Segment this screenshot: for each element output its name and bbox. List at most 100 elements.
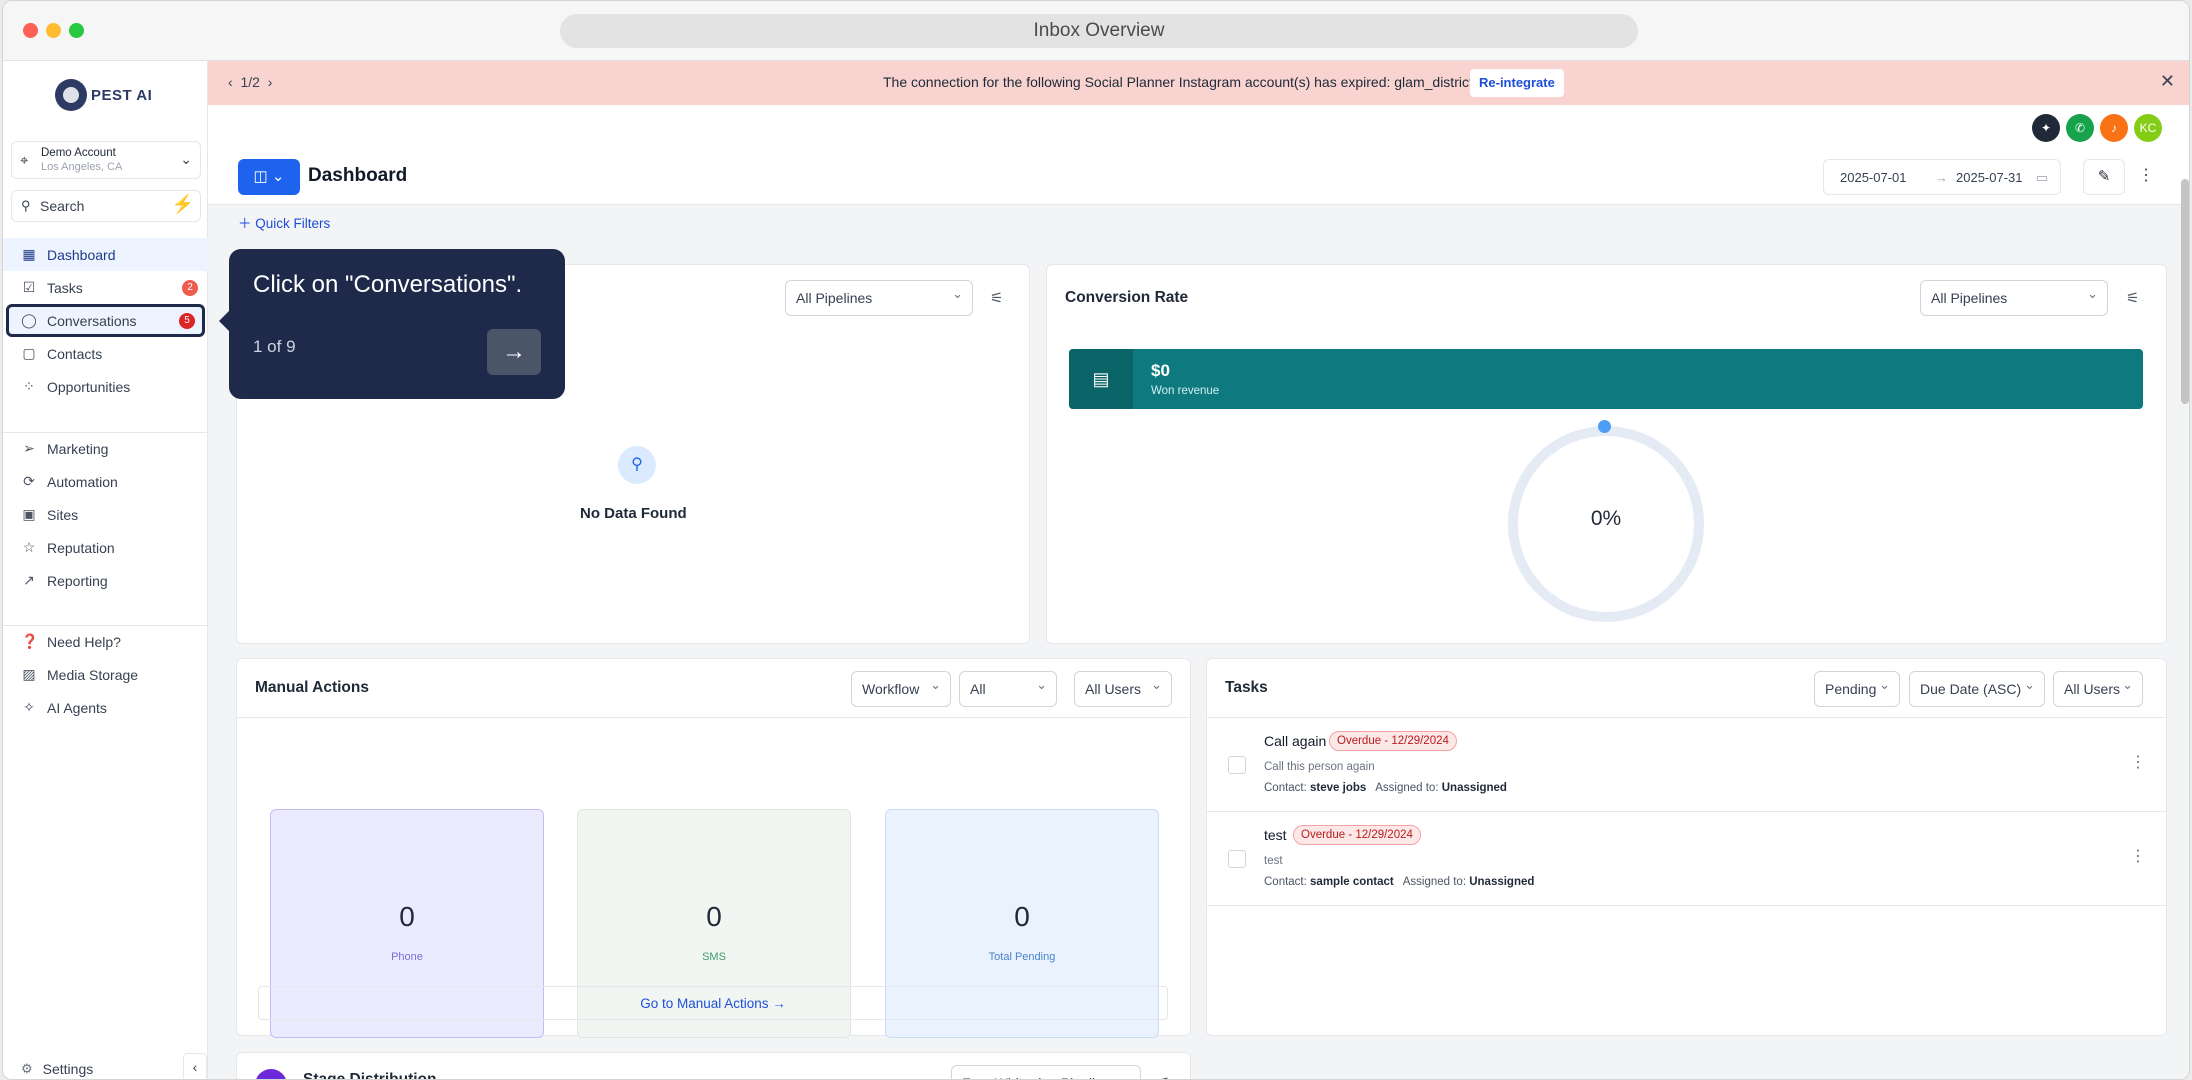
more-options-icon[interactable]: ⋮: [2138, 165, 2154, 185]
trend-icon: ↗: [23, 572, 35, 588]
phone-icon[interactable]: ✆: [2066, 114, 2094, 142]
workflow-select[interactable]: Workflow: [851, 668, 951, 707]
filter-settings-icon[interactable]: ⚟: [1157, 1074, 1170, 1079]
card-title: Stage Distribution: [303, 1071, 437, 1080]
contacts-icon: ▢: [22, 345, 36, 361]
pipeline-select[interactable]: Free Whitening Pipeline: [951, 1062, 1141, 1079]
date-range-picker[interactable]: 2025-07-01 → 2025-07-31 ▭: [1823, 159, 2061, 195]
sidebar-item-label: Opportunities: [47, 378, 131, 395]
pipeline-select[interactable]: All Pipelines: [785, 277, 973, 316]
quick-filters-button[interactable]: ＋ Quick Filters: [238, 212, 330, 232]
search-input[interactable]: ⚲ Search ⚡: [11, 190, 201, 222]
bell-icon[interactable]: ♪: [2100, 114, 2128, 142]
card-title: Tasks: [1225, 679, 1268, 696]
go-to-manual-actions-button[interactable]: Go to Manual Actions →: [258, 986, 1168, 1020]
star-icon: ☆: [22, 539, 36, 555]
sidebar-item-tasks[interactable]: ☑ Tasks 2: [3, 271, 208, 304]
sidebar-item-marketing[interactable]: ➢ Marketing: [3, 432, 208, 465]
sidebar-item-label: Contacts: [47, 345, 103, 362]
page-title: Dashboard: [308, 165, 408, 186]
sidebar-item-label: Reputation: [47, 539, 115, 556]
logo-icon: [55, 79, 87, 111]
chevron-left-icon[interactable]: ‹: [228, 74, 233, 90]
walkthrough-tooltip: Click on "Conversations". 1 of 9 →: [219, 249, 565, 399]
next-step-button[interactable]: →: [487, 329, 541, 375]
image-icon: ▨: [22, 666, 36, 682]
sidebar-item-contacts[interactable]: ▢ Contacts: [3, 337, 208, 370]
phone-label: Phone: [391, 951, 423, 963]
status-select[interactable]: All: [959, 668, 1057, 707]
chevron-down-icon: ⌄: [180, 151, 192, 167]
filter-settings-icon[interactable]: ⚟: [2126, 289, 2139, 307]
grid-icon: ▦: [22, 246, 36, 262]
sidebar-item-automation[interactable]: ⟳ Automation: [3, 465, 208, 498]
chat-icon: ◯: [21, 312, 37, 328]
close-window-button[interactable]: [23, 23, 38, 38]
check-icon: ☑: [22, 279, 36, 295]
sidebar-item-ai-agents[interactable]: ✧ AI Agents: [3, 691, 208, 724]
ai-icon: ✧: [23, 699, 35, 715]
assigned-value: Unassigned: [1469, 876, 1535, 888]
sidebar-item-label: Conversations: [47, 312, 137, 329]
sidebar-item-need-help[interactable]: ❓ Need Help?: [3, 625, 208, 658]
reintegrate-button[interactable]: Re-integrate: [1470, 69, 1564, 97]
card-title: Conversion Rate: [1065, 289, 1189, 306]
dashboard-switcher-button[interactable]: ◫ ⌄: [238, 159, 300, 195]
maximize-window-button[interactable]: [69, 23, 84, 38]
manual-actions-card: Manual Actions Workflow All All Users 0 …: [236, 658, 1191, 1038]
magic-wand-icon[interactable]: ✦: [2032, 114, 2060, 142]
quick-action-bolt-icon[interactable]: ⚡: [172, 194, 194, 215]
task-menu-icon[interactable]: ⋮: [2130, 846, 2146, 866]
send-icon: ➢: [23, 440, 35, 456]
top-bar: ✦ ✆ ♪ KC: [208, 105, 2189, 149]
sidebar-item-media-storage[interactable]: ▨ Media Storage: [3, 658, 208, 691]
task-users-select[interactable]: All Users: [2053, 668, 2143, 707]
contact-label: Contact:: [1264, 876, 1307, 888]
assigned-value: Unassigned: [1441, 782, 1507, 794]
sidebar-item-sites[interactable]: ▣ Sites: [3, 498, 208, 531]
contact-name: sample contact: [1310, 876, 1394, 888]
sms-label: SMS: [702, 951, 726, 963]
tasks-count-badge: 2: [182, 280, 198, 296]
sidebar-item-conversations[interactable]: ◯ Conversations 5: [6, 304, 205, 337]
sidebar-item-label: Tasks: [47, 279, 83, 296]
date-end: 2025-07-31: [1956, 170, 2023, 185]
task-sort-select[interactable]: Due Date (ASC): [1909, 668, 2045, 707]
account-switcher[interactable]: ⌖ Demo Account Los Angeles, CA ⌄: [11, 141, 201, 179]
logo[interactable]: PEST AI: [55, 79, 152, 111]
window-title[interactable]: Inbox Overview: [560, 14, 1638, 48]
avatar[interactable]: KC: [2134, 114, 2162, 142]
task-row[interactable]: Call again Overdue - 12/29/2024 Call thi…: [1207, 718, 2166, 812]
sidebar: PEST AI ⌖ Demo Account Los Angeles, CA ⌄…: [3, 61, 208, 1079]
phone-count: 0: [399, 901, 415, 932]
collapse-sidebar-button[interactable]: ‹: [183, 1053, 207, 1079]
banner-page-indicator: 1/2: [240, 74, 260, 90]
task-row[interactable]: test Overdue - 12/29/2024 test Contact: …: [1207, 812, 2166, 906]
nav-main: ▦ Dashboard ☑ Tasks 2 ◯ Conversations 5 …: [3, 238, 208, 403]
sidebar-item-opportunities[interactable]: ⁘ Opportunities: [3, 370, 208, 403]
sidebar-item-reputation[interactable]: ☆ Reputation: [3, 531, 208, 564]
task-description: test: [1264, 855, 1283, 867]
account-location: Los Angeles, CA: [41, 161, 123, 173]
task-menu-icon[interactable]: ⋮: [2130, 752, 2146, 772]
task-meta: Contact: steve jobs Assigned to: Unassig…: [1264, 782, 1507, 794]
sidebar-item-dashboard[interactable]: ▦ Dashboard: [3, 238, 208, 271]
total-pending-label: Total Pending: [988, 951, 1056, 963]
chevron-right-icon[interactable]: ›: [268, 74, 273, 90]
task-checkbox[interactable]: [1228, 756, 1246, 774]
scrollbar[interactable]: [2181, 179, 2189, 404]
task-status-select[interactable]: Pending: [1814, 668, 1900, 707]
sidebar-item-settings[interactable]: ⚙ Settings: [21, 1061, 93, 1077]
sidebar-item-reporting[interactable]: ↗ Reporting: [3, 564, 208, 597]
filter-settings-icon[interactable]: ⚟: [990, 289, 1003, 307]
minimize-window-button[interactable]: [46, 23, 61, 38]
close-icon[interactable]: ✕: [2160, 71, 2175, 92]
total-pending-count: 0: [1014, 901, 1030, 932]
pipeline-select[interactable]: All Pipelines: [1920, 277, 2108, 316]
banner-message: The connection for the following Social …: [883, 74, 1477, 90]
task-checkbox[interactable]: [1228, 850, 1246, 868]
edit-dashboard-button[interactable]: ✎: [2083, 159, 2125, 195]
task-title: Call again: [1264, 733, 1327, 749]
users-select[interactable]: All Users: [1074, 668, 1172, 707]
location-pin-icon: ⌖: [20, 152, 29, 169]
